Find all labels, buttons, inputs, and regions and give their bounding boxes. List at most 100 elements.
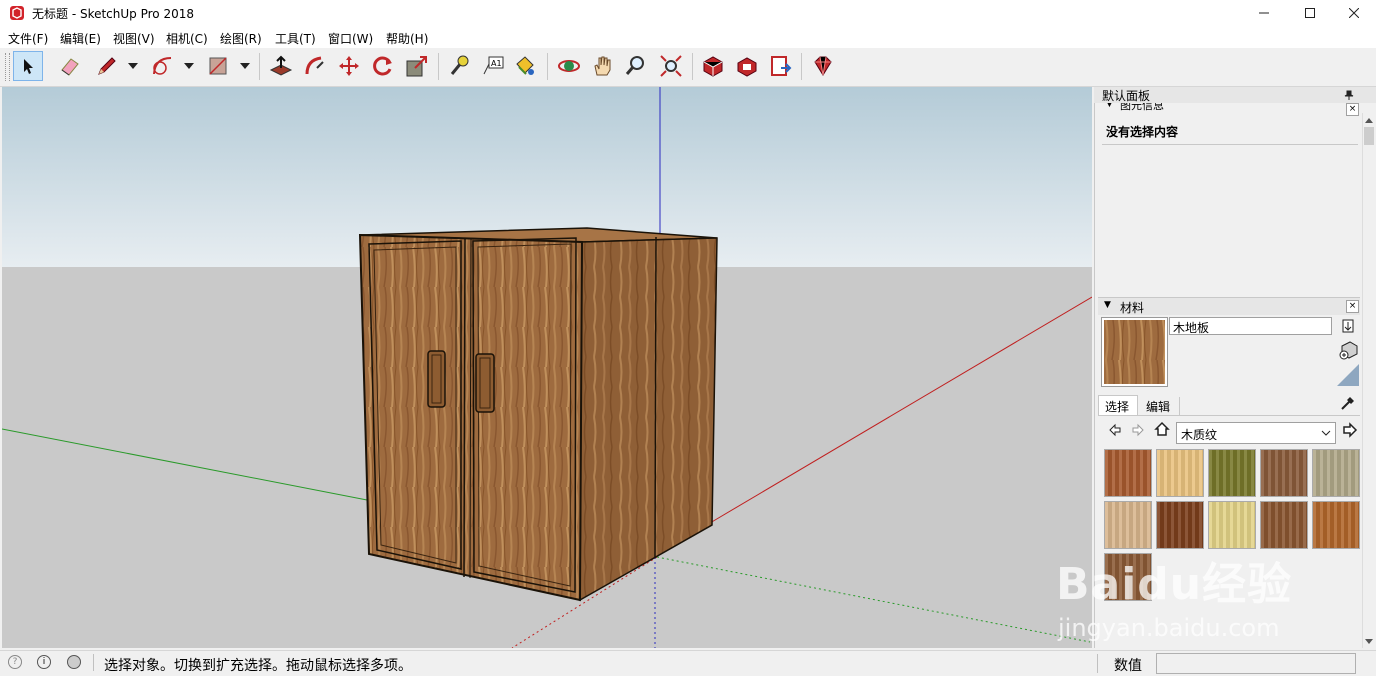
tab-select[interactable]: 选择 [1098, 395, 1138, 415]
close-icon [1349, 8, 1359, 18]
material-swatch[interactable] [1104, 449, 1152, 497]
materials-header[interactable]: ▼ 材料 [1098, 297, 1360, 315]
select-tool-button[interactable] [13, 51, 43, 81]
display-secondary-icon[interactable] [1341, 318, 1355, 334]
material-swatch[interactable] [1260, 449, 1308, 497]
menu-file[interactable]: 文件(F) [8, 30, 48, 47]
menu-view[interactable]: 视图(V) [113, 30, 155, 47]
create-material-icon[interactable] [1338, 340, 1358, 360]
text-tool-button[interactable]: A1 [478, 51, 508, 81]
user-icon[interactable] [67, 655, 81, 669]
svg-text:A1: A1 [491, 59, 502, 68]
forward-arrow-icon[interactable] [1131, 423, 1145, 437]
paint-bucket-tool-button[interactable] [510, 51, 540, 81]
tray-scrollbar[interactable] [1362, 113, 1376, 648]
orbit-tool-button[interactable] [554, 51, 584, 81]
scroll-down-icon[interactable] [1364, 638, 1374, 646]
home-icon[interactable] [1154, 421, 1170, 437]
arc-dropdown-icon[interactable] [184, 63, 194, 69]
minimize-button[interactable] [1241, 0, 1287, 26]
status-message: 选择对象。切换到扩充选择。拖动鼠标选择多项。 [104, 658, 412, 674]
pencil-dropdown-icon[interactable] [128, 63, 138, 69]
pan-tool-button[interactable] [588, 51, 618, 81]
menu-camera[interactable]: 相机(C) [166, 30, 208, 47]
close-button[interactable] [1331, 0, 1376, 26]
eraser-tool-button[interactable] [55, 51, 85, 81]
select-icon [24, 59, 33, 74]
zoom-extents-icon [660, 55, 682, 77]
follow-me-tool-button[interactable] [300, 51, 330, 81]
send-to-layout-icon [771, 56, 792, 76]
material-preview [1101, 317, 1168, 387]
rotate-tool-button[interactable] [368, 51, 398, 81]
materials-close-button[interactable]: × [1346, 300, 1359, 313]
material-swatch[interactable] [1312, 501, 1360, 549]
pencil-tool-button[interactable] [91, 51, 121, 81]
entity-info-title: 图元信息 [1120, 103, 1164, 112]
watermark-url: jingyan.baidu.com [1058, 614, 1280, 642]
send-to-layout-button[interactable] [766, 51, 796, 81]
zoom-extents-tool-button[interactable] [656, 51, 686, 81]
move-tool-button[interactable] [334, 51, 364, 81]
arc-icon [153, 57, 172, 75]
right-door-handle [475, 353, 495, 413]
chevron-down-icon [1321, 430, 1331, 436]
ruby-icon [814, 56, 832, 76]
scrollbar-thumb[interactable] [1364, 127, 1374, 145]
material-swatch[interactable] [1156, 449, 1204, 497]
collection-select[interactable]: 木质纹 [1176, 422, 1336, 444]
scroll-up-icon[interactable] [1364, 116, 1374, 124]
material-swatch[interactable] [1156, 501, 1204, 549]
material-swatch[interactable] [1208, 449, 1256, 497]
title-bar [0, 0, 1376, 26]
tape-measure-tool-button[interactable] [444, 51, 474, 81]
pencil-icon [98, 57, 116, 75]
eraser-icon [61, 58, 79, 76]
material-preview-swatch [1104, 320, 1165, 384]
red-axis [709, 296, 1092, 524]
menu-window[interactable]: 窗口(W) [328, 30, 373, 47]
collapse-arrow-icon: ▼ [1106, 103, 1113, 109]
pin-icon[interactable] [1344, 90, 1354, 100]
sketchup-logo-icon [10, 6, 24, 20]
extension-warehouse-button[interactable] [732, 51, 762, 81]
push-pull-tool-button[interactable] [266, 51, 296, 81]
geo-location-icon[interactable]: ? [8, 655, 22, 669]
minimize-icon [1259, 12, 1269, 14]
material-swatch[interactable] [1208, 501, 1256, 549]
3d-warehouse-button[interactable] [698, 51, 728, 81]
toolbar-grip[interactable] [5, 53, 10, 81]
info-icon[interactable]: i [37, 655, 51, 669]
details-arrow-icon[interactable] [1342, 422, 1358, 438]
text-icon: A1 [483, 56, 504, 75]
maximize-button[interactable] [1287, 0, 1333, 26]
material-swatch[interactable] [1312, 449, 1360, 497]
paint-bucket-icon [516, 56, 534, 75]
pan-icon [594, 56, 611, 76]
3d-viewport[interactable] [2, 87, 1092, 648]
menu-draw[interactable]: 绘图(R) [220, 30, 262, 47]
status-divider [93, 654, 94, 671]
arc-tool-button[interactable] [148, 51, 178, 81]
entity-info-header[interactable]: ▼ 图元信息 [1098, 103, 1368, 115]
rectangle-dropdown-icon[interactable] [240, 63, 250, 69]
zoom-tool-button[interactable] [621, 51, 651, 81]
menu-tools[interactable]: 工具(T) [275, 30, 316, 47]
ruby-console-button[interactable] [808, 51, 838, 81]
green-axis [2, 428, 368, 501]
rectangle-tool-button[interactable] [203, 51, 233, 81]
wardrobe-model[interactable] [358, 227, 718, 602]
scale-tool-button[interactable] [402, 51, 432, 81]
eyedropper-icon[interactable] [1339, 393, 1357, 411]
menu-help[interactable]: 帮助(H) [386, 30, 428, 47]
tab-edit[interactable]: 编辑 [1140, 397, 1180, 415]
material-swatch[interactable] [1104, 501, 1152, 549]
material-name-input[interactable]: 木地板 [1169, 317, 1332, 335]
move-icon [339, 56, 359, 76]
material-swatch[interactable] [1260, 501, 1308, 549]
menu-edit[interactable]: 编辑(E) [60, 30, 101, 47]
rectangle-icon [209, 57, 227, 75]
back-arrow-icon[interactable] [1108, 423, 1122, 437]
measurements-input[interactable] [1156, 653, 1356, 674]
sample-paint-icon[interactable] [1337, 364, 1359, 386]
